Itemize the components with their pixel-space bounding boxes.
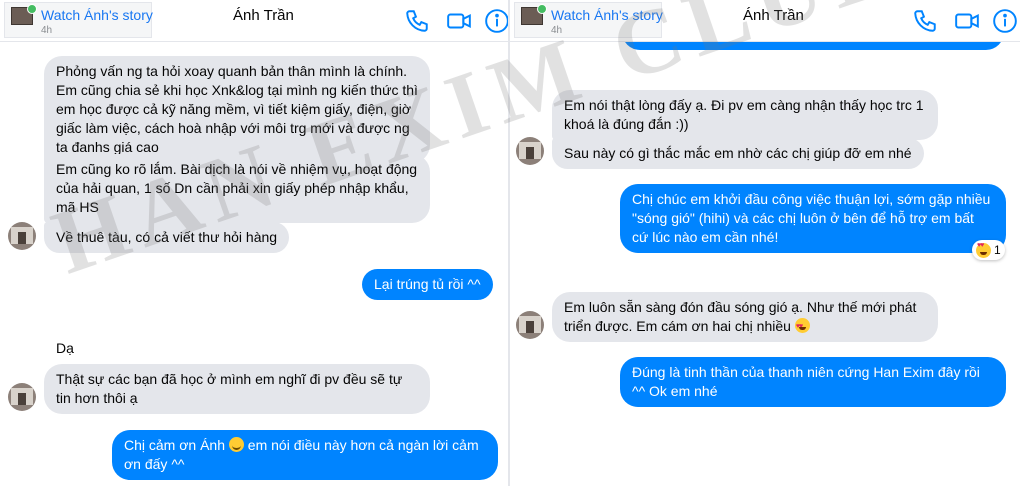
- message-text: Chị cảm ơn Ánh: [124, 437, 226, 453]
- video-icon[interactable]: [954, 8, 980, 34]
- reaction-count: 1: [994, 243, 1001, 257]
- message-incoming[interactable]: Thật sự các bạn đã học ở mình em nghĩ đi…: [44, 364, 430, 414]
- chat-panel-left: Watch Ánh's story 4h Ánh Trần Phỏng vấn …: [0, 0, 508, 486]
- story-time: 4h: [551, 25, 563, 36]
- message-outgoing[interactable]: Lại trúng tủ rồi ^^: [362, 269, 493, 300]
- chat-panel-right: Watch Ánh's story 4h Ánh Trần Em nói thậ…: [510, 0, 1020, 486]
- contact-name[interactable]: Ánh Trần: [743, 7, 804, 24]
- slightly-smiling-face-icon: [228, 437, 244, 452]
- message-incoming[interactable]: Dạ: [56, 340, 74, 356]
- avatar[interactable]: [8, 383, 36, 411]
- message-incoming[interactable]: Sau này có gì thắc mắc em nhờ các chị gi…: [552, 138, 924, 169]
- message-outgoing[interactable]: Chị chúc em khởi đầu công việc thuận lợi…: [620, 184, 1006, 253]
- story-title: Watch Ánh's story: [551, 7, 663, 23]
- avatar[interactable]: [516, 311, 544, 339]
- message-incoming[interactable]: Em cũng ko rõ lắm. Bài dịch là nói về nh…: [44, 154, 430, 223]
- story-link[interactable]: Watch Ánh's story 4h: [514, 2, 663, 38]
- story-thumbnail: [11, 4, 37, 25]
- video-icon[interactable]: [446, 8, 472, 34]
- message-incoming[interactable]: Em luôn sẵn sàng đón đầu sóng gió ạ. Như…: [552, 292, 938, 342]
- phone-icon[interactable]: [912, 8, 938, 34]
- message-outgoing[interactable]: Chị cảm ơn Ánh em nói điều này hơn cả ng…: [112, 430, 498, 480]
- story-time: 4h: [41, 25, 53, 36]
- heart-eyes-icon: [794, 317, 810, 336]
- message-text: Em luôn sẵn sàng đón đầu sóng gió ạ. Như…: [564, 299, 917, 334]
- story-link[interactable]: Watch Ánh's story 4h: [4, 2, 153, 38]
- message-outgoing[interactable]: Đúng là tinh thần của thanh niên cứng Ha…: [620, 357, 1006, 407]
- info-icon[interactable]: [992, 8, 1018, 34]
- avatar[interactable]: [516, 137, 544, 165]
- message-incoming[interactable]: Về thuê tàu, có cả viết thư hỏi hàng: [44, 222, 290, 253]
- message-incoming[interactable]: Em nói thật lòng đấy ạ. Đi pv em càng nh…: [552, 90, 938, 140]
- heart-eyes-icon: [976, 242, 991, 258]
- message-reaction[interactable]: 1: [972, 240, 1005, 260]
- chat-header: Watch Ánh's story 4h Ánh Trần: [510, 0, 1020, 42]
- avatar[interactable]: [8, 222, 36, 250]
- story-thumbnail: [521, 4, 547, 25]
- contact-name[interactable]: Ánh Trần: [233, 7, 294, 24]
- story-title: Watch Ánh's story: [41, 7, 153, 23]
- phone-icon[interactable]: [404, 8, 430, 34]
- info-icon[interactable]: [484, 8, 508, 34]
- chat-header: Watch Ánh's story 4h Ánh Trần: [0, 0, 508, 42]
- message-incoming[interactable]: Phỏng vấn ng ta hỏi xoay quanh bản thân …: [44, 56, 430, 163]
